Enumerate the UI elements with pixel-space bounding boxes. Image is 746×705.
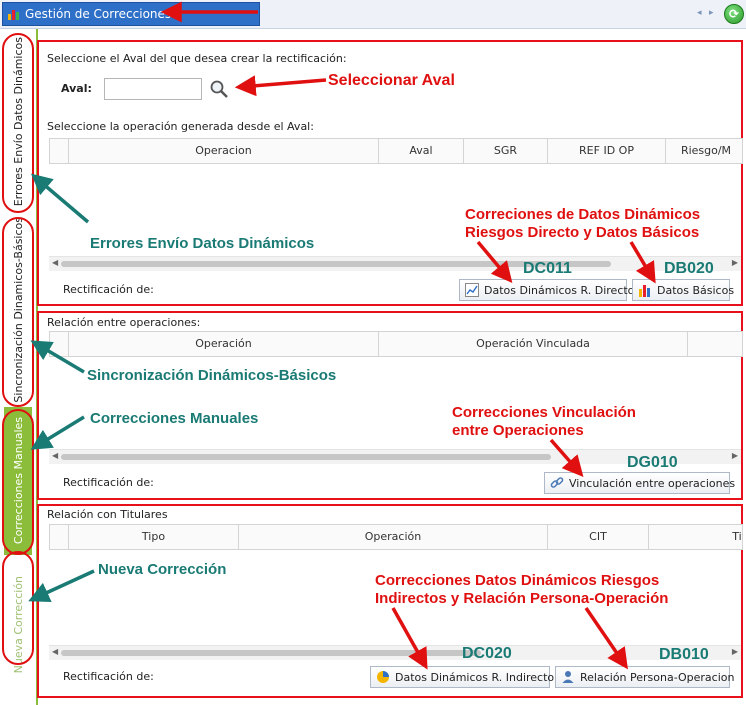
code-db020: DB020 xyxy=(664,260,714,277)
annotation-oval xyxy=(2,551,34,665)
code-db010: DB010 xyxy=(659,646,709,663)
column-header[interactable]: Tipo xyxy=(69,525,239,549)
scroll-right-icon[interactable]: ▶ xyxy=(732,647,738,656)
vinculacion-operaciones-button[interactable]: Vinculación entre operaciones xyxy=(544,472,735,494)
aval-input[interactable] xyxy=(104,78,202,100)
operation-prompt: Seleccione la operación generada desde e… xyxy=(47,120,314,133)
relacion-persona-operacion-button[interactable]: Relación Persona-Operacion xyxy=(555,666,734,688)
row-selector-header xyxy=(50,139,69,163)
annotation-dd-line1: Correciones de Datos Dinámicos xyxy=(465,206,701,223)
scrollbar-thumb[interactable] xyxy=(61,454,551,460)
scroll-left-icon[interactable]: ◀ xyxy=(52,647,58,656)
nav-right-icon[interactable]: ▸ xyxy=(709,8,714,18)
operations-grid-header: Operacion Aval SGR REF ID OP Riesgo/M xyxy=(49,138,743,164)
annotation-vinc-line2: entre Operaciones xyxy=(452,422,584,439)
rectificacion-label: Rectificación de: xyxy=(63,476,154,489)
scroll-right-icon[interactable]: ▶ xyxy=(732,258,738,267)
annotation-sincronizacion: Sincronización Dinámicos-Básicos xyxy=(87,367,337,384)
column-header[interactable]: Operación xyxy=(239,525,548,549)
column-header[interactable]: Operacion xyxy=(69,139,379,163)
rectificacion-label: Rectificación de: xyxy=(63,283,154,296)
button-label: Relación Persona-Operacion xyxy=(580,670,735,684)
annotation-ind-line1: Correcciones Datos Dinámicos Riesgos xyxy=(375,572,660,589)
code-dg010: DG010 xyxy=(627,454,678,471)
column-header[interactable]: Riesgo/M xyxy=(666,139,742,163)
button-label: Vinculación entre operaciones xyxy=(569,476,736,490)
document-tab[interactable]: Gestión de Correcciones xyxy=(2,2,260,26)
button-label: Datos Dinámicos R. Directo xyxy=(484,283,635,297)
annotation-oval xyxy=(2,217,34,407)
annotation-ind-line2: Indirectos y Relación Persona-Operación xyxy=(375,590,669,607)
person-icon xyxy=(562,671,574,683)
scroll-left-icon[interactable]: ◀ xyxy=(52,451,58,460)
search-icon[interactable] xyxy=(209,79,229,99)
annotation-oval xyxy=(2,409,34,555)
annotation-dd-line2: Riesgos Directo y Datos Básicos xyxy=(465,224,700,241)
aval-label: Aval: xyxy=(61,82,92,95)
scrollbar-thumb[interactable] xyxy=(61,650,481,656)
row-selector-header xyxy=(50,332,69,356)
code-dc020: DC020 xyxy=(462,645,512,662)
window-title: Gestión de Correcciones xyxy=(25,7,172,21)
panel-title: Relación con Titulares xyxy=(47,508,168,521)
button-label: Datos Dinámicos R. Indirecto xyxy=(395,670,555,684)
scroll-left-icon[interactable]: ◀ xyxy=(52,258,58,267)
datos-dinamicos-indirecto-button[interactable]: Datos Dinámicos R. Indirecto xyxy=(370,666,554,688)
column-header[interactable]: REF ID OP xyxy=(548,139,666,163)
horizontal-scrollbar[interactable]: ◀ ▶ xyxy=(49,256,741,271)
titulares-grid-header: Tipo Operación CIT Tit xyxy=(49,524,743,550)
column-header[interactable]: Aval xyxy=(379,139,464,163)
row-selector-header xyxy=(50,525,69,549)
chart-icon xyxy=(8,10,19,20)
datos-dinamicos-directo-button[interactable]: Datos Dinámicos R. Directo xyxy=(459,279,634,301)
column-header[interactable]: Operación Vinculada xyxy=(379,332,688,356)
annotation-seleccionar-aval: Seleccionar Aval xyxy=(328,72,455,89)
column-header[interactable]: Operación xyxy=(69,332,379,356)
vertical-tab-strip: Errores Envío Datos Dinámicos Sincroniza… xyxy=(0,29,38,705)
annotation-errores-envio: Errores Envío Datos Dinámicos xyxy=(90,235,315,252)
code-dc011: DC011 xyxy=(523,260,572,277)
annotation-nueva-correccion: Nueva Corrección xyxy=(98,561,227,578)
button-label: Datos Básicos xyxy=(657,283,735,297)
column-header[interactable]: SGR xyxy=(464,139,548,163)
column-header xyxy=(688,332,742,356)
bar-chart-icon xyxy=(639,285,650,297)
refresh-icon[interactable]: ⟳ xyxy=(724,4,744,24)
title-bar: Gestión de Correcciones ◂ ▸ ⟳ xyxy=(0,0,746,29)
column-header[interactable]: Tit xyxy=(649,525,742,549)
scroll-right-icon[interactable]: ▶ xyxy=(732,451,738,460)
nav-left-icon[interactable]: ◂ xyxy=(697,8,702,18)
aval-prompt: Seleccione el Aval del que desea crear l… xyxy=(47,52,347,65)
link-icon xyxy=(550,477,564,488)
annotation-correcciones-manuales: Correcciones Manuales xyxy=(90,410,259,427)
column-header[interactable]: CIT xyxy=(548,525,649,549)
relacion-grid-header: Operación Operación Vinculada xyxy=(49,331,743,357)
annotation-vinc-line1: Correcciones Vinculación xyxy=(452,404,636,421)
datos-basicos-button[interactable]: Datos Básicos xyxy=(632,279,734,301)
annotation-oval xyxy=(2,33,34,213)
panel-title: Relación entre operaciones: xyxy=(47,316,201,329)
rectificacion-label: Rectificación de: xyxy=(63,670,154,683)
pie-chart-icon xyxy=(377,671,389,683)
horizontal-scrollbar[interactable]: ◀ ▶ xyxy=(49,645,741,660)
line-chart-icon xyxy=(465,283,479,297)
